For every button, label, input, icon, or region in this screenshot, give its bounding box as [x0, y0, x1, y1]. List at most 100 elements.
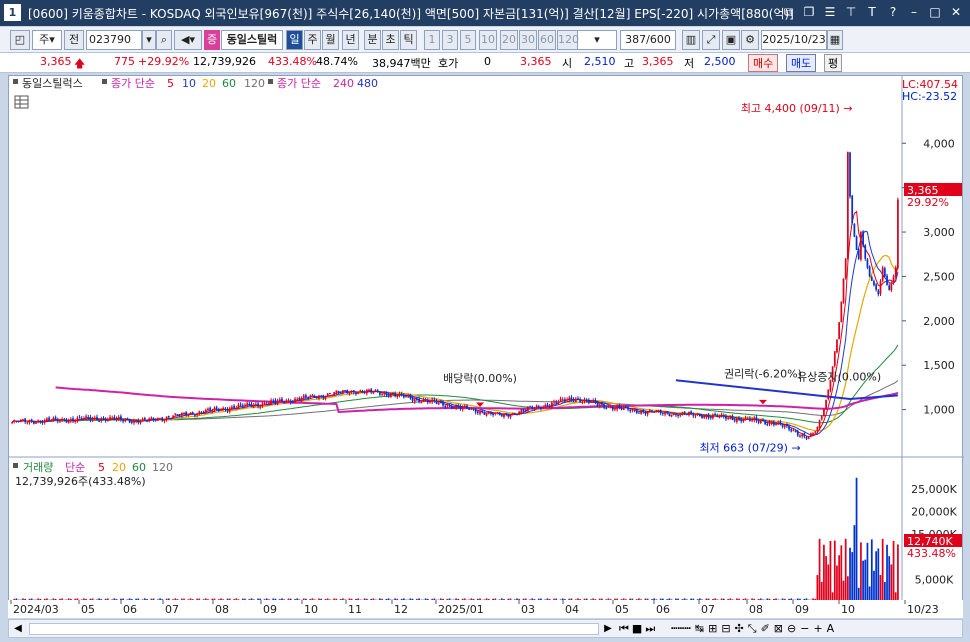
stock-name[interactable]: 동일스틸럭	[221, 30, 283, 50]
crosshair-icon[interactable]: ✣	[735, 622, 744, 636]
maximize-icon[interactable]: □	[927, 4, 943, 20]
candle	[807, 437, 810, 439]
help-icon[interactable]: ?	[885, 4, 901, 20]
text-tool-icon[interactable]: ⊠	[774, 622, 783, 636]
minute-button-60[interactable]: 60	[538, 30, 556, 50]
settings-icon[interactable]: ⚙	[741, 30, 759, 50]
prev-button[interactable]: 전	[64, 30, 84, 50]
interval-select[interactable]: ▾	[577, 30, 617, 50]
ruler-icon[interactable]: ┅┅┅	[671, 622, 691, 636]
candle	[524, 410, 527, 412]
scroll-track[interactable]	[29, 623, 599, 635]
forward-icon[interactable]: ⏭	[645, 622, 655, 636]
x-axis: 2024/03 05 06 07 08 09 10 11 12 2025/01 03 04 05 06 07…	[8, 600, 963, 618]
period-tab-6[interactable]: 틱	[400, 30, 417, 50]
candle	[651, 410, 653, 412]
list-icon[interactable]: ☰	[822, 4, 838, 20]
calendar-icon[interactable]: ▦	[827, 30, 843, 50]
candle	[457, 405, 460, 407]
volume-legend[interactable]: 거래량	[23, 461, 53, 474]
minute-button-10[interactable]: 10	[479, 30, 497, 50]
candle	[211, 410, 214, 412]
candle	[679, 413, 682, 416]
volume-bar	[851, 552, 854, 602]
plus-icon[interactable]: +	[813, 622, 822, 636]
minute-button-120[interactable]: 120	[557, 30, 579, 50]
volume-bar	[823, 544, 825, 602]
date-field[interactable]: 2025/10/23	[761, 30, 827, 50]
minute-button-1[interactable]: 1	[424, 30, 440, 50]
candle	[618, 405, 621, 408]
low-price: 2,500	[704, 55, 736, 68]
layout-icon[interactable]: ◰	[10, 30, 30, 50]
stop-icon[interactable]: ■	[632, 622, 642, 636]
candle	[568, 397, 571, 401]
candle	[564, 399, 566, 401]
minute-button-3[interactable]: 3	[442, 30, 458, 50]
minus-icon[interactable]: −	[800, 622, 809, 636]
candle	[93, 417, 96, 420]
candle	[294, 398, 296, 403]
copy-window-icon[interactable]: ❐	[801, 4, 817, 20]
chart-tool-icon[interactable]: ⤢	[702, 30, 720, 50]
candle-style-icon[interactable]: ▥	[682, 30, 700, 50]
count-field[interactable]: 387/600	[620, 30, 676, 50]
period-tab-3[interactable]: 년	[342, 30, 359, 50]
candle	[585, 400, 588, 402]
ma-legend-marker	[102, 79, 107, 84]
quote-row: 3,365 🡅 775 +29.92% 12,739,926 433.48% 4…	[0, 53, 970, 73]
minute-button-30[interactable]: 30	[519, 30, 537, 50]
minute-button-5[interactable]: 5	[460, 30, 476, 50]
stock-legend[interactable]: 동일스틸럭스	[22, 76, 83, 90]
candle	[209, 407, 212, 411]
period-tab-1[interactable]: 주	[304, 30, 321, 50]
link-icon[interactable]: ⧉	[780, 4, 796, 20]
type-select[interactable]: 주▾	[32, 30, 62, 50]
minute-button-20[interactable]: 20	[500, 30, 518, 50]
candle	[270, 400, 272, 404]
zoom-out-minus-icon[interactable]: ⊟	[721, 622, 730, 636]
ma-legend-label[interactable]: 종가 단순	[111, 77, 155, 90]
bottom-scrollbar[interactable]: ◀ ▶ ⏮ ■ ⏭ ┅┅┅ ↹ ⊞ ⊟ ✣ ⤡ ✐ ⊠ ⊖ − + A	[8, 619, 963, 638]
search-icon[interactable]: ⌕	[156, 30, 172, 50]
buy-button[interactable]: 매수	[748, 54, 779, 72]
sell-button[interactable]: 매도	[786, 54, 817, 72]
zoom-range-icon[interactable]: ↹	[695, 622, 704, 636]
candle	[492, 413, 494, 415]
font-size-icon[interactable]: A	[827, 622, 835, 636]
chart-svg[interactable]: 4,0003,5003,0002,5002,0001,5001,000 25,0…	[9, 76, 964, 604]
candle	[566, 399, 568, 401]
trend-icon[interactable]: ⤡	[748, 622, 757, 636]
turnover-rate: 48.74%	[316, 55, 358, 68]
pin-icon[interactable]: ⊤	[843, 4, 859, 20]
period-tab-0[interactable]: 일	[286, 30, 303, 50]
candle	[668, 413, 671, 417]
chart-area[interactable]: 4,0003,5003,0002,5002,0001,5001,000 25,0…	[8, 75, 964, 604]
scale-icon[interactable]: ⊞	[708, 622, 717, 636]
volume-legend-marker	[13, 463, 18, 468]
price-panel[interactable]	[9, 76, 902, 456]
rewind-icon[interactable]: ⏮	[619, 622, 629, 636]
period-tab-5[interactable]: 초	[382, 30, 399, 50]
font-icon[interactable]: T	[864, 4, 880, 20]
eval-button[interactable]: 평	[824, 54, 843, 72]
candle	[548, 405, 551, 407]
save-icon[interactable]: ▣	[722, 30, 740, 50]
draw-icon[interactable]: ✐	[761, 622, 770, 636]
candle	[448, 405, 451, 407]
period-tab-4[interactable]: 분	[364, 30, 381, 50]
magnify-icon[interactable]: ⊖	[787, 622, 796, 636]
ma2-legend-label[interactable]: 종가 단순	[277, 77, 321, 90]
period-tab-2[interactable]: 월	[322, 30, 339, 50]
stock-badge: 증	[204, 30, 220, 50]
code-dropdown-icon[interactable]: ▾	[142, 30, 156, 50]
speaker-icon[interactable]: ◀▾	[174, 30, 202, 50]
scroll-left-icon[interactable]: ◀	[11, 622, 25, 636]
stock-code-input[interactable]: 023790	[86, 30, 142, 50]
x-tick-label: 10	[841, 603, 855, 616]
candle	[755, 417, 758, 421]
close-icon[interactable]: ✕	[948, 4, 964, 20]
table-icon[interactable]	[14, 95, 29, 109]
minimize-icon[interactable]: –	[906, 4, 922, 20]
scroll-right-icon[interactable]: ▶	[601, 622, 615, 636]
